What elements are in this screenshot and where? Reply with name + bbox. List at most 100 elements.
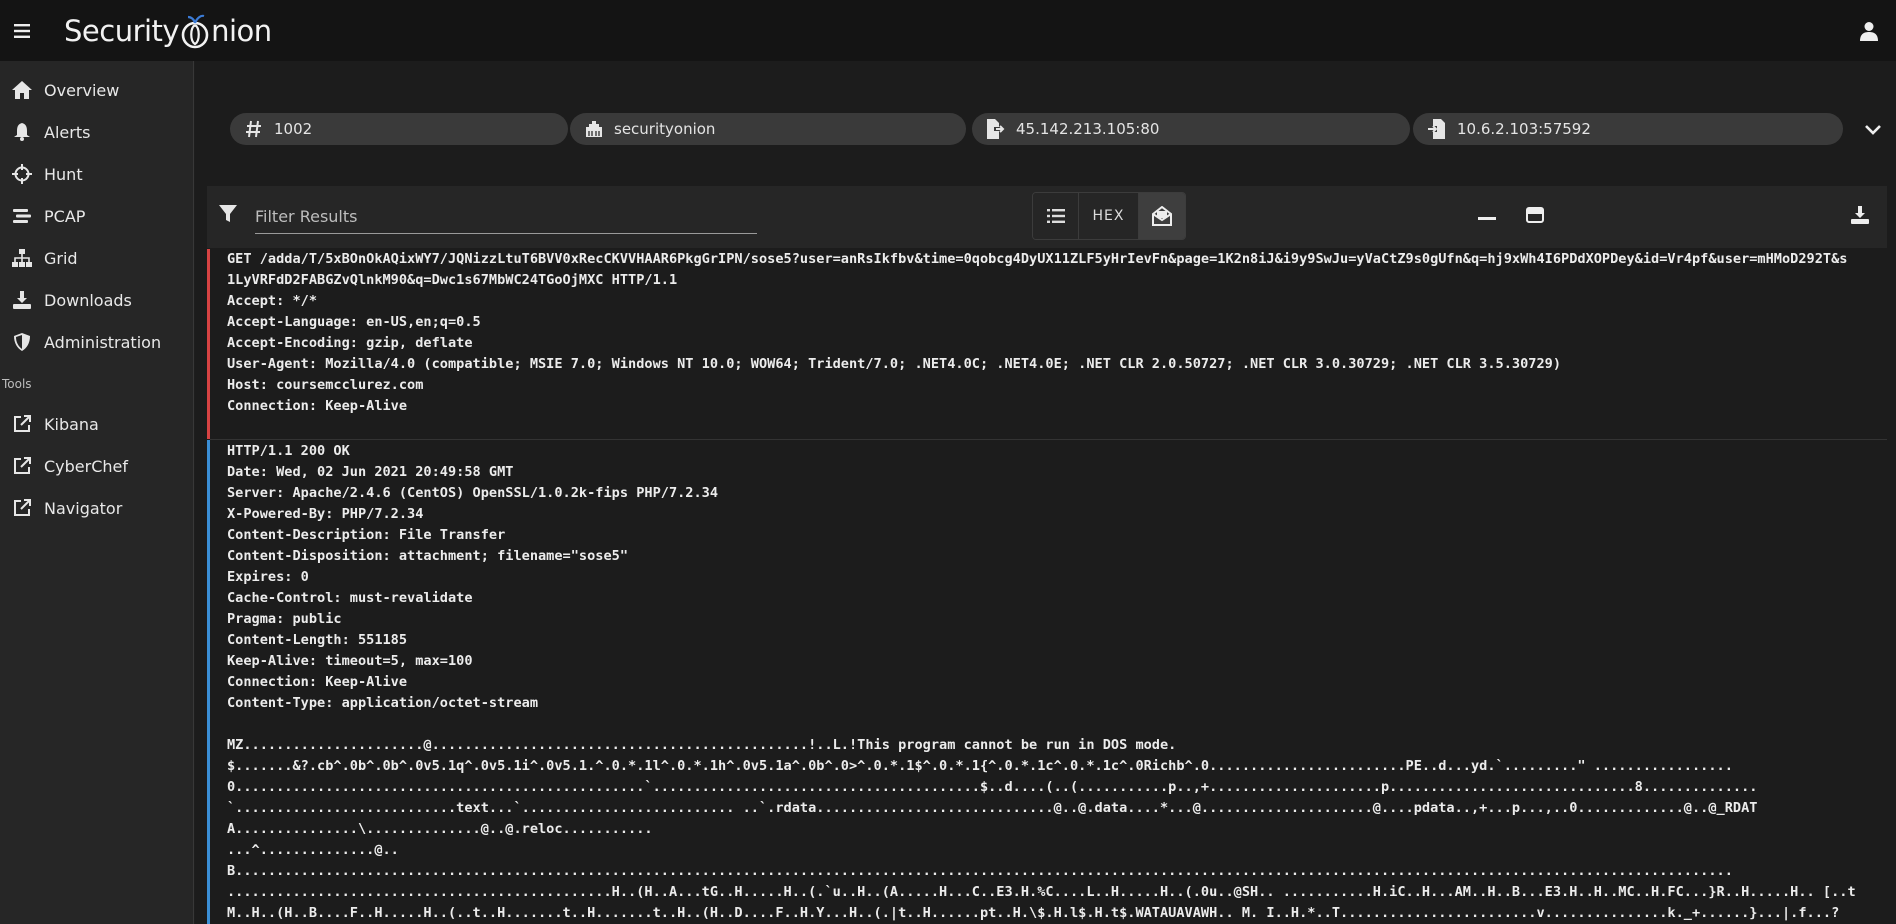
window-maximize-icon[interactable] [1522,202,1548,228]
sidebar-item-label: Grid [44,248,78,268]
request-line: Host: coursemcclurez.com [227,377,424,393]
download-icon [10,288,34,312]
destination-chip[interactable]: 10.6.2.103:57592 [1413,113,1843,145]
sidebar-item-label: Alerts [44,122,91,142]
external-link-icon [10,412,34,436]
response-body-line: ...^..............@.. [227,842,399,858]
sidebar-item-overview[interactable]: Overview [0,69,193,111]
response-header-line: Content-Length: 551185 [227,632,408,648]
transcript-panel: GET /adda/T/5xBOnOkAQixWY7/JQNizzLtuT6BV… [207,249,1887,924]
home-icon [10,78,34,102]
response-header-line: Content-Description: File Transfer [227,527,506,543]
file-import-icon [1427,119,1447,139]
chevron-down-icon[interactable] [1862,119,1884,141]
sidebar-item-label: Downloads [44,290,132,310]
sensor-chip-label: securityonion [614,120,716,138]
sidebar-item-label: PCAP [44,206,86,226]
sidebar-item-label: Kibana [44,414,99,434]
request-line: Accept-Encoding: gzip, deflate [227,335,473,351]
file-export-icon [986,119,1006,139]
response-body-line: B.......................................… [227,863,1733,879]
request-line: Connection: Keep-Alive [227,398,408,414]
response-block: HTTP/1.1 200 OK Date: Wed, 02 Jun 2021 2… [207,440,1887,924]
response-header-line: Expires: 0 [227,569,309,585]
account-icon[interactable] [1854,16,1884,46]
id-chip-label: 1002 [274,120,313,138]
response-header-line: Keep-Alive: timeout=5, max=100 [227,653,473,669]
request-line: 1LyVRFdD2FABGZvQlnkM90&q=Dwc1s67MbWC24TG… [227,272,678,288]
sidebar-item-label: Hunt [44,164,83,184]
onion-icon [181,14,209,48]
response-body-line: ........................................… [227,884,1856,900]
brand-left: Security [64,13,180,48]
request-line: Accept-Language: en-US,en;q=0.5 [227,314,481,330]
external-link-icon [10,496,34,520]
sidebar-item-label: Administration [44,332,162,352]
sidebar-item-grid[interactable]: Grid [0,237,193,279]
menu-icon[interactable] [0,0,44,61]
stream-icon [10,204,34,228]
download-icon[interactable] [1847,202,1873,228]
envelope-open-text-icon [1152,206,1172,226]
request-line: Accept: */* [227,293,318,309]
ethernet-icon [584,119,604,139]
response-header-line: Cache-Control: must-revalidate [227,590,473,606]
response-header-line: HTTP/1.1 200 OK [227,443,350,459]
response-body-line: $.......&?.cb^.0b^.0b^.0v5.1q^.0v5.1i^.0… [227,758,1733,774]
sidebar-item-navigator[interactable]: Navigator [0,487,193,529]
sidebar-item-label: CyberChef [44,456,129,476]
hex-view-button[interactable]: HEX [1079,193,1139,239]
destination-chip-label: 10.6.2.103:57592 [1457,120,1591,138]
id-chip[interactable]: 1002 [230,113,568,145]
response-body-line: `...........................text...`....… [227,800,1758,816]
shield-icon [10,330,34,354]
sidebar-item-hunt[interactable]: Hunt [0,153,193,195]
crosshairs-icon [10,162,34,186]
response-body-line: M..H..(H..B....F..H.....H..(..t..H......… [227,905,1840,921]
sidebar-item-pcap[interactable]: PCAP [0,195,193,237]
view-mode-toggle: HEX [1032,192,1186,240]
tools-section-label: Tools [2,377,32,391]
filter-icon [219,204,243,228]
sitemap-icon [10,246,34,270]
response-header-line: Content-Disposition: attachment; filenam… [227,548,629,564]
sensor-chip[interactable]: securityonion [570,113,966,145]
hashtag-icon [244,119,264,139]
response-header-line: Content-Type: application/octet-stream [227,695,538,711]
request-block: GET /adda/T/5xBOnOkAQixWY7/JQNizzLtuT6BV… [207,249,1887,439]
transcript-view-button[interactable] [1139,193,1185,239]
sidebar-item-administration[interactable]: Administration [0,321,193,363]
response-body-line: MZ......................@...............… [227,737,1177,753]
app-bar: Security nion [0,0,1896,61]
sidebar: Overview Alerts Hunt PCAP Grid Downloads… [0,61,194,924]
sidebar-item-downloads[interactable]: Downloads [0,279,193,321]
response-header-line: Pragma: public [227,611,342,627]
response-body-line: 0.......................................… [227,779,1758,795]
brand-right: nion [211,13,272,48]
sidebar-item-alerts[interactable]: Alerts [0,111,193,153]
main-content: 1002 securityonion 45.142.213.105:80 10.… [195,61,1896,924]
sidebar-item-kibana[interactable]: Kibana [0,403,193,445]
connection-summary: 1002 securityonion 45.142.213.105:80 10.… [230,113,1890,147]
response-header-line: Date: Wed, 02 Jun 2021 20:49:58 GMT [227,464,514,480]
bell-icon [10,120,34,144]
response-header-line: Server: Apache/2.4.6 (CentOS) OpenSSL/1.… [227,485,719,501]
request-line: GET /adda/T/5xBOnOkAQixWY7/JQNizzLtuT6BV… [227,251,1848,267]
security-onion-logo[interactable]: Security nion [64,0,272,61]
source-chip[interactable]: 45.142.213.105:80 [972,113,1410,145]
filter-results-input[interactable] [255,200,757,234]
minimize-icon[interactable] [1474,204,1500,230]
source-chip-label: 45.142.213.105:80 [1016,120,1160,138]
external-link-icon [10,454,34,478]
request-line: User-Agent: Mozilla/4.0 (compatible; MSI… [227,356,1562,372]
response-header-line: X-Powered-By: PHP/7.2.34 [227,506,424,522]
sidebar-item-label: Overview [44,80,120,100]
sidebar-item-cyberchef[interactable]: CyberChef [0,445,193,487]
sidebar-item-label: Navigator [44,498,123,518]
list-icon [1046,209,1065,223]
results-toolbar: HEX [207,186,1887,248]
list-view-button[interactable] [1033,193,1079,239]
response-body-line: A...............\..............@..@.relo… [227,821,653,837]
response-header-line: Connection: Keep-Alive [227,674,408,690]
